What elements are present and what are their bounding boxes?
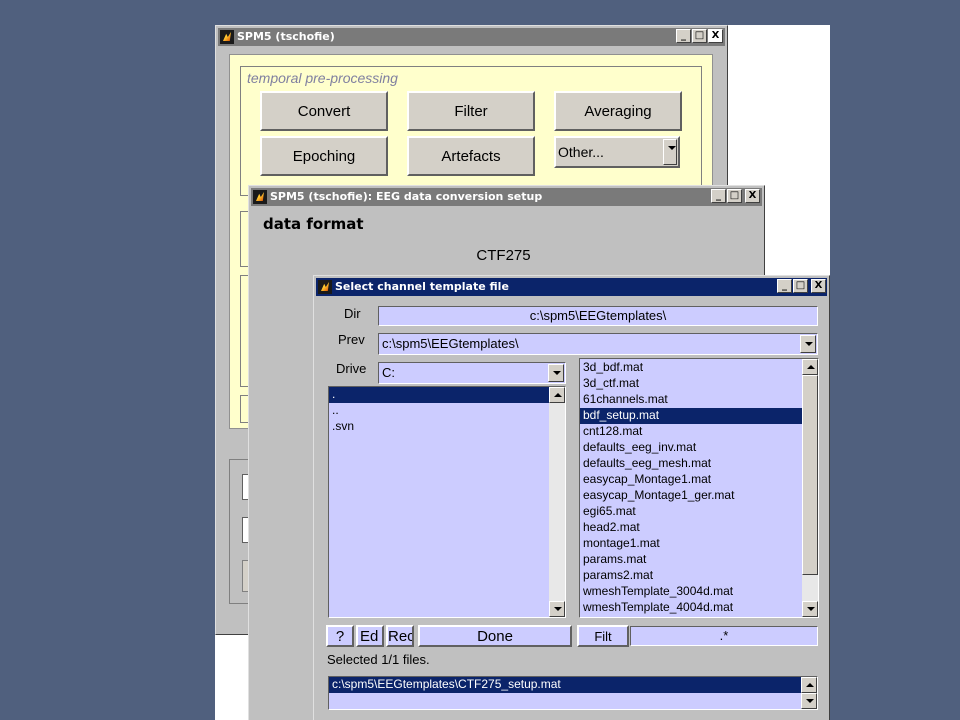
matlab-logo-icon bbox=[220, 30, 234, 44]
main-titlebar[interactable]: SPM5 (tschofie) _ □ X bbox=[218, 28, 725, 46]
folder-scrollbar[interactable] bbox=[549, 387, 565, 617]
selected-file-item[interactable]: c:\spm5\EEGtemplates\CTF275_setup.mat bbox=[329, 677, 801, 693]
scroll-down-icon[interactable] bbox=[802, 601, 818, 617]
file-scrollbar[interactable] bbox=[802, 359, 818, 617]
other-dropdown[interactable]: Other... bbox=[554, 136, 680, 168]
file-item[interactable]: easycap_Montage1_ger.mat bbox=[580, 488, 802, 504]
matlab-logo-icon bbox=[318, 280, 332, 294]
scroll-up-icon[interactable] bbox=[549, 387, 565, 403]
file-item[interactable]: params2.mat bbox=[580, 568, 802, 584]
format-value: CTF275 bbox=[476, 247, 531, 264]
maximize-button[interactable]: □ bbox=[793, 279, 808, 293]
file-item[interactable]: 3d_ctf.mat bbox=[580, 376, 802, 392]
file-item[interactable]: head2.mat bbox=[580, 520, 802, 536]
convert-button[interactable]: Convert bbox=[260, 91, 388, 131]
file-dialog-title: Select channel template file bbox=[335, 280, 509, 293]
selected-files-listbox[interactable]: c:\spm5\EEGtemplates\CTF275_setup.mat bbox=[328, 676, 818, 710]
folder-item[interactable]: .. bbox=[329, 403, 549, 419]
chevron-down-icon bbox=[663, 139, 677, 165]
scroll-down-icon[interactable] bbox=[549, 601, 565, 617]
minimize-button[interactable]: _ bbox=[777, 279, 792, 293]
scroll-down-icon[interactable] bbox=[801, 693, 817, 709]
file-item[interactable]: wmeshTemplate_3004d.mat bbox=[580, 584, 802, 600]
status-text: Selected 1/1 files. bbox=[327, 652, 430, 667]
scroll-thumb[interactable] bbox=[802, 375, 818, 575]
file-item[interactable]: defaults_eeg_inv.mat bbox=[580, 440, 802, 456]
selected-files-list: c:\spm5\EEGtemplates\CTF275_setup.mat bbox=[329, 677, 801, 693]
prev-value: c:\spm5\EEGtemplates\ bbox=[382, 336, 519, 351]
drive-label: Drive bbox=[336, 361, 367, 376]
scroll-up-icon[interactable] bbox=[802, 359, 818, 375]
file-item[interactable]: cnt128.mat bbox=[580, 424, 802, 440]
close-button[interactable]: X bbox=[811, 279, 826, 293]
folder-item[interactable]: .svn bbox=[329, 419, 549, 435]
filter-field[interactable]: .* bbox=[630, 626, 818, 646]
minimize-button[interactable]: _ bbox=[711, 189, 726, 203]
maximize-button[interactable]: □ bbox=[727, 189, 742, 203]
filter-value: .* bbox=[719, 628, 729, 643]
folder-item[interactable]: . bbox=[329, 387, 549, 403]
file-listbox[interactable]: 3d_bdf.mat 3d_ctf.mat 61channels.mat bdf… bbox=[579, 358, 819, 618]
file-item[interactable]: params.mat bbox=[580, 552, 802, 568]
file-item[interactable]: 61channels.mat bbox=[580, 392, 802, 408]
scroll-up-icon[interactable] bbox=[801, 677, 817, 693]
selected-files-scrollbar[interactable] bbox=[801, 677, 817, 709]
chevron-down-icon bbox=[800, 335, 816, 353]
file-item[interactable]: easycap_Montage1.mat bbox=[580, 472, 802, 488]
chevron-down-icon bbox=[548, 364, 564, 382]
filt-button[interactable]: Filt bbox=[577, 625, 629, 647]
data-format-heading: data format bbox=[263, 215, 364, 233]
file-item[interactable]: egi65.mat bbox=[580, 504, 802, 520]
select-file-dialog: Select channel template file _ □ X Dir c… bbox=[313, 275, 830, 720]
close-button[interactable]: X bbox=[708, 29, 723, 43]
other-dropdown-value: Other... bbox=[558, 144, 604, 160]
file-list: 3d_bdf.mat 3d_ctf.mat 61channels.mat bdf… bbox=[580, 359, 802, 616]
folder-list: . .. .svn bbox=[329, 387, 549, 435]
file-dialog-titlebar[interactable]: Select channel template file _ □ X bbox=[316, 278, 827, 296]
minimize-button[interactable]: _ bbox=[676, 29, 691, 43]
section-title: temporal pre-processing bbox=[247, 70, 398, 86]
prev-label: Prev bbox=[338, 332, 365, 347]
folder-listbox[interactable]: . .. .svn bbox=[328, 386, 566, 618]
main-window-title: SPM5 (tschofie) bbox=[237, 30, 335, 43]
help-button[interactable]: ? bbox=[326, 625, 354, 647]
filter-button[interactable]: Filter bbox=[407, 91, 535, 131]
conversion-window-title: SPM5 (tschofie): EEG data conversion set… bbox=[270, 190, 543, 203]
epoching-button[interactable]: Epoching bbox=[260, 136, 388, 176]
rec-button[interactable]: Rec bbox=[386, 625, 414, 647]
file-item[interactable]: defaults_eeg_mesh.mat bbox=[580, 456, 802, 472]
file-item[interactable]: wmeshTemplate_4004d.mat bbox=[580, 600, 802, 616]
drive-dropdown[interactable]: C: bbox=[378, 362, 566, 384]
dir-value: c:\spm5\EEGtemplates\ bbox=[529, 308, 667, 323]
conversion-titlebar[interactable]: SPM5 (tschofie): EEG data conversion set… bbox=[251, 188, 762, 206]
matlab-logo-icon bbox=[253, 190, 267, 204]
drive-value: C: bbox=[382, 365, 395, 380]
temporal-preprocessing-group: temporal pre-processing Convert Filter A… bbox=[240, 66, 702, 196]
file-item[interactable]: 3d_bdf.mat bbox=[580, 360, 802, 376]
maximize-button[interactable]: □ bbox=[692, 29, 707, 43]
artefacts-button[interactable]: Artefacts bbox=[407, 136, 535, 176]
edit-button[interactable]: Ed bbox=[356, 625, 384, 647]
dir-field[interactable]: c:\spm5\EEGtemplates\ bbox=[378, 306, 818, 326]
file-item-selected[interactable]: bdf_setup.mat bbox=[580, 408, 802, 424]
averaging-button[interactable]: Averaging bbox=[554, 91, 682, 131]
file-item[interactable]: montage1.mat bbox=[580, 536, 802, 552]
prev-dropdown[interactable]: c:\spm5\EEGtemplates\ bbox=[378, 333, 818, 355]
done-button[interactable]: Done bbox=[418, 625, 572, 647]
dir-label: Dir bbox=[344, 306, 361, 321]
close-button[interactable]: X bbox=[745, 189, 760, 203]
